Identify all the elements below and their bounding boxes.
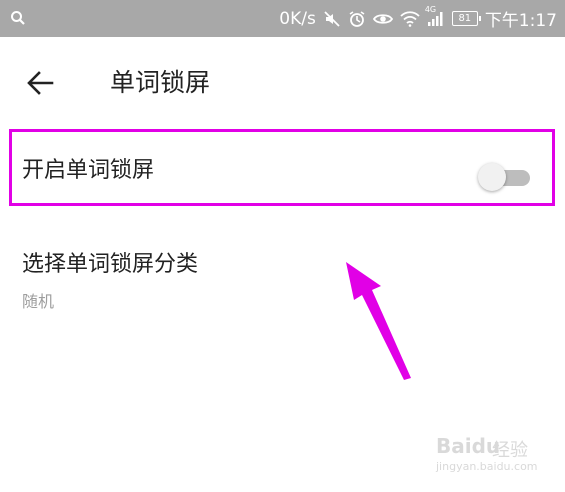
app-header: 单词锁屏 [0,37,565,127]
network-type: 4G [424,4,437,14]
network-speed: 0K/s [279,8,316,29]
lock-screen-setting-row[interactable]: 开启单词锁屏 [9,129,555,206]
watermark-jingyan: 经验 [492,440,528,461]
category-title: 选择单词锁屏分类 [22,252,199,277]
search-icon [10,10,26,30]
status-time: 下午1:17 [484,11,557,31]
status-indicators: 0K/s 4G 81 下午1:17 [279,0,557,37]
back-button[interactable] [24,67,56,99]
mute-icon [323,10,341,28]
lock-screen-toggle[interactable] [478,162,532,192]
signal-icon: 4G [425,5,445,27]
category-value: 随机 [22,292,55,311]
category-setting-row[interactable]: 选择单词锁屏分类 随机 [0,240,565,325]
battery-level: 81 [458,12,472,24]
eye-icon [372,11,393,27]
baidu-jingyan-watermark: Baidu 经验 jingyan.baidu.com [428,428,558,484]
page-title: 单词锁屏 [110,68,211,97]
watermark-url: jingyan.baidu.com [436,460,538,473]
lock-screen-toggle-label: 开启单词锁屏 [22,158,155,183]
toggle-thumb [478,163,506,191]
wifi-icon [400,10,420,27]
alarm-icon [348,10,366,28]
watermark-brand: Baidu [436,434,501,458]
battery-icon: 81 [451,11,481,26]
status-bar: 0K/s 4G 81 下午1:17 [0,0,565,37]
arrow-left-icon [27,71,54,95]
